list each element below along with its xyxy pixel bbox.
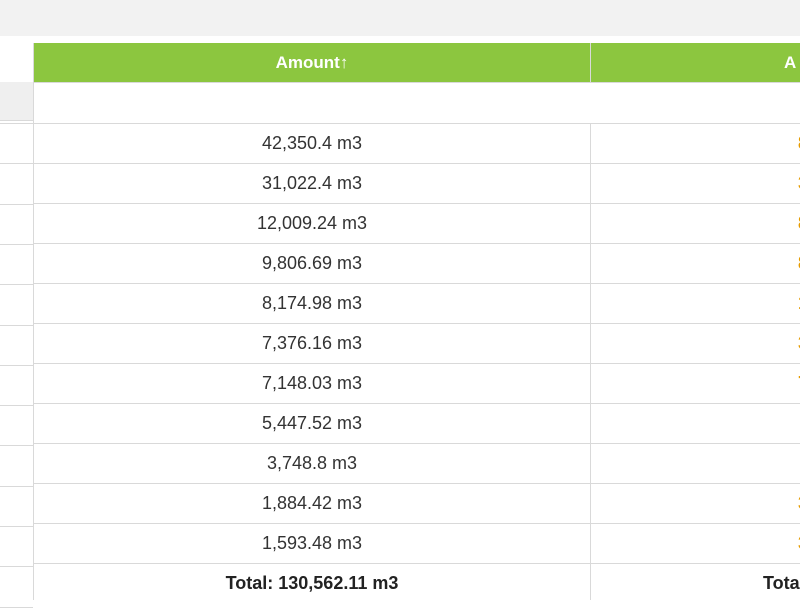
filter-cell-amount[interactable]	[34, 83, 591, 124]
gutter-row-line	[0, 244, 33, 245]
second-column-cell: 3	[591, 164, 800, 204]
table-row[interactable]: 5,447.52 m3	[34, 404, 800, 444]
table-row[interactable]: 7,376.16 m33	[34, 324, 800, 364]
totals-row: Total: 130,562.11 m3Tota	[34, 564, 800, 601]
gutter-row-line	[0, 163, 33, 164]
table-header-row: Amount↑ A	[34, 43, 800, 83]
amount-cell: 12,009.24 m3	[34, 204, 591, 244]
gutter-row-line	[0, 526, 33, 527]
filter-cell-second[interactable]	[591, 83, 800, 124]
second-column-cell	[591, 444, 800, 484]
table-row[interactable]: 8,174.98 m31	[34, 284, 800, 324]
amount-cell: 8,174.98 m3	[34, 284, 591, 324]
top-toolbar	[0, 0, 800, 36]
total-amount-cell: Total: 130,562.11 m3	[34, 564, 591, 601]
amount-cell: 31,022.4 m3	[34, 164, 591, 204]
second-column-cell: 3	[591, 484, 800, 524]
second-column-cell: 1	[591, 284, 800, 324]
gutter-row-line	[0, 486, 33, 487]
amount-cell: 1,593.48 m3	[34, 524, 591, 564]
second-column-cell: 3	[591, 524, 800, 564]
amount-cell: 1,884.42 m3	[34, 484, 591, 524]
gutter-row-line	[0, 325, 33, 326]
gutter-row-line	[0, 566, 33, 567]
filter-row-gutter	[0, 82, 33, 121]
data-table-container: Amount↑ A 42,350.4 m3831,022.4 m3312,009…	[33, 43, 800, 600]
gutter-row-line	[0, 607, 33, 608]
gutter-row-line	[0, 204, 33, 205]
amount-cell: 7,148.03 m3	[34, 364, 591, 404]
amount-cell: 42,350.4 m3	[34, 124, 591, 164]
gutter-row-line	[0, 445, 33, 446]
table-row[interactable]: 31,022.4 m33	[34, 164, 800, 204]
filter-row	[34, 83, 800, 124]
left-gutter	[0, 36, 33, 600]
amount-cell: 7,376.16 m3	[34, 324, 591, 364]
gutter-row-line	[0, 284, 33, 285]
table-row[interactable]: 12,009.24 m38	[34, 204, 800, 244]
table-row[interactable]: 9,806.69 m38	[34, 244, 800, 284]
gutter-row-line	[0, 123, 33, 124]
second-column-cell	[591, 404, 800, 444]
table-row[interactable]: 1,593.48 m33	[34, 524, 800, 564]
gutter-row-line	[0, 365, 33, 366]
column-header-amount[interactable]: Amount↑	[34, 43, 591, 83]
table-row[interactable]: 7,148.03 m37	[34, 364, 800, 404]
second-column-cell: 8	[591, 124, 800, 164]
table-row[interactable]: 3,748.8 m3	[34, 444, 800, 484]
total-second-cell: Tota	[591, 564, 800, 601]
column-header-second[interactable]: A	[591, 43, 800, 83]
table-row[interactable]: 42,350.4 m38	[34, 124, 800, 164]
amount-cell: 9,806.69 m3	[34, 244, 591, 284]
second-column-cell: 3	[591, 324, 800, 364]
second-column-cell: 7	[591, 364, 800, 404]
table-row[interactable]: 1,884.42 m33	[34, 484, 800, 524]
second-column-cell: 8	[591, 204, 800, 244]
amount-cell: 5,447.52 m3	[34, 404, 591, 444]
data-table: Amount↑ A 42,350.4 m3831,022.4 m3312,009…	[33, 43, 800, 600]
second-column-cell: 8	[591, 244, 800, 284]
amount-cell: 3,748.8 m3	[34, 444, 591, 484]
gutter-row-line	[0, 405, 33, 406]
